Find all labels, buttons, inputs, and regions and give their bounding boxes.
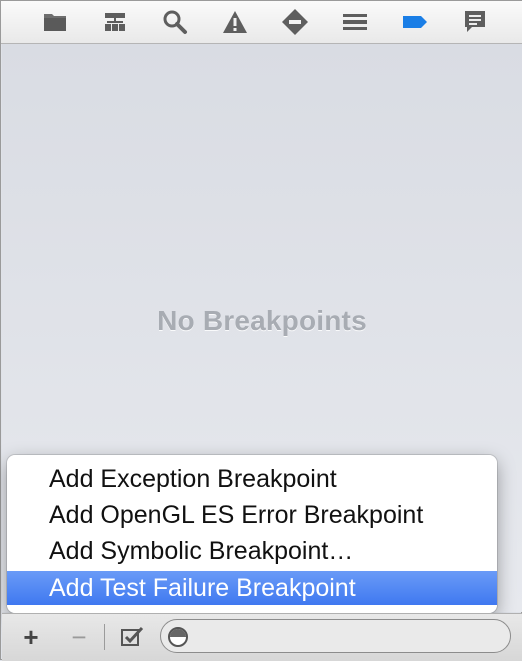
menu-item-add-exception-breakpoint[interactable]: Add Exception Breakpoint [7,462,497,496]
find-navigator-icon[interactable] [160,7,190,37]
checkbox-toggle-button[interactable] [120,624,146,650]
add-breakpoint-menu: Add Exception Breakpoint Add OpenGL ES E… [7,455,497,613]
empty-state-label: No Breakpoints [157,305,367,336]
symbol-navigator-icon[interactable] [100,7,130,37]
checkbox-icon [121,626,144,646]
divider [104,624,105,650]
menu-item-add-test-failure-breakpoint[interactable]: Add Test Failure Breakpoint [7,571,497,605]
project-navigator-icon[interactable] [40,7,70,37]
breakpoint-navigator-icon[interactable] [400,7,430,37]
menu-item-add-symbolic-breakpoint[interactable]: Add Symbolic Breakpoint… [7,534,497,568]
filter-icon [168,627,188,647]
navigator-bottom-bar: + − [2,613,522,661]
navigator-toolbar [1,1,522,44]
issue-navigator-icon[interactable] [220,7,250,37]
test-navigator-icon[interactable] [280,7,310,37]
remove-breakpoint-button[interactable]: − [66,624,92,650]
add-breakpoint-button[interactable]: + [18,624,44,650]
filter-field[interactable] [160,619,511,653]
debug-navigator-icon[interactable] [340,7,370,37]
filter-input[interactable] [195,624,499,650]
breakpoint-navigator-panel: No Breakpoints Add Exception Breakpoint … [0,0,522,661]
menu-item-add-opengl-es-error-breakpoint[interactable]: Add OpenGL ES Error Breakpoint [7,498,497,532]
report-navigator-icon[interactable] [460,7,490,37]
